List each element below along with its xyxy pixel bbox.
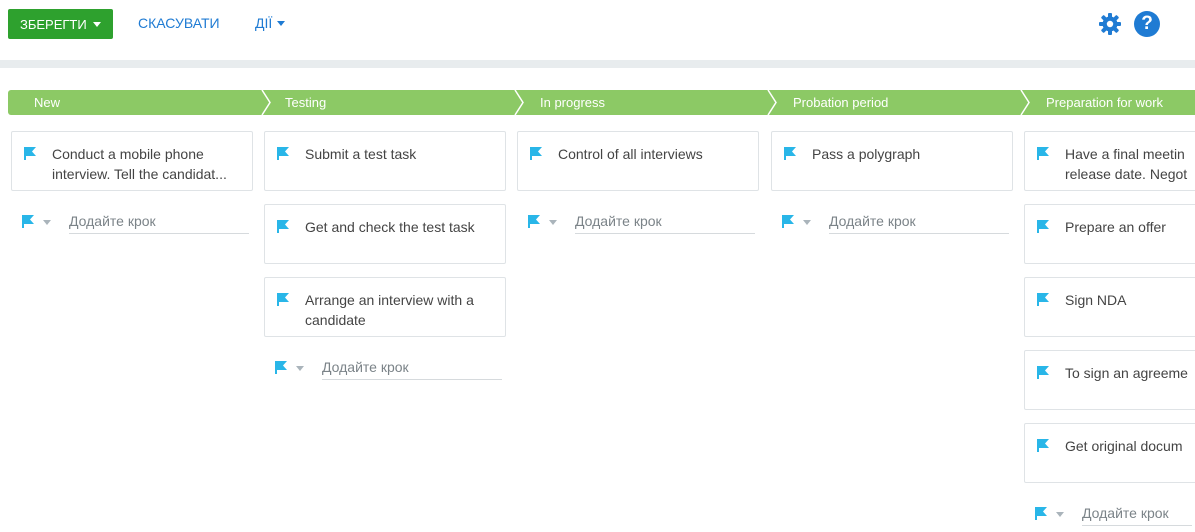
stage-label: Preparation for work	[1046, 95, 1164, 110]
step-card[interactable]: Pass a polygraph	[771, 131, 1013, 191]
step-card[interactable]: Submit a test task	[264, 131, 506, 191]
chevron-down-icon[interactable]	[43, 220, 51, 225]
actions-button-label: ДІЇ	[255, 15, 273, 31]
stage-column-preparation-for-work: Have a final meetin release date. Negot …	[1024, 131, 1195, 532]
flag-icon	[277, 220, 289, 233]
save-button[interactable]: ЗБЕРЕГТИ	[8, 9, 113, 39]
step-card[interactable]: Sign NDA	[1024, 277, 1195, 337]
step-card[interactable]: To sign an agreeme	[1024, 350, 1195, 410]
flag-icon[interactable]	[21, 214, 35, 228]
flag-icon	[277, 293, 289, 306]
toolbar-divider	[0, 60, 1195, 68]
help-icon[interactable]: ?	[1134, 11, 1160, 37]
chevron-down-icon[interactable]	[549, 220, 557, 225]
stage-testing[interactable]: Testing	[273, 90, 514, 115]
chevron-down-icon	[92, 21, 101, 27]
gear-icon[interactable]	[1098, 12, 1122, 36]
top-toolbar: ЗБЕРЕГТИ СКАСУВАТИ ДІЇ ?	[0, 0, 1195, 60]
stage-label: New	[34, 95, 61, 110]
stage-column-in-progress: Control of all interviews	[517, 131, 759, 240]
flag-icon[interactable]	[781, 214, 795, 228]
step-card[interactable]: Have a final meetin release date. Negot	[1024, 131, 1195, 191]
flag-icon[interactable]	[1034, 506, 1048, 520]
stage-new[interactable]: New	[8, 90, 261, 115]
actions-menu-button[interactable]: ДІЇ	[255, 15, 286, 31]
flag-icon[interactable]	[274, 360, 288, 374]
cancel-button[interactable]: СКАСУВАТИ	[138, 15, 220, 31]
step-text: Sign NDA	[1065, 292, 1127, 308]
step-text: Get and check the test task	[305, 219, 475, 235]
stage-label: Probation period	[793, 95, 889, 110]
add-step-input[interactable]	[575, 208, 755, 234]
stage-separator-icon	[1020, 90, 1032, 115]
add-step-input[interactable]	[1082, 500, 1192, 526]
flag-icon	[1037, 366, 1049, 379]
stage-separator-icon	[514, 90, 526, 115]
flag-icon	[1037, 220, 1049, 233]
stage-separator-icon	[767, 90, 779, 115]
help-icon-glyph: ?	[1141, 13, 1153, 34]
step-card[interactable]: Prepare an offer	[1024, 204, 1195, 264]
flag-icon	[784, 147, 796, 160]
add-step-row	[771, 204, 1013, 240]
cancel-button-label: СКАСУВАТИ	[138, 15, 220, 31]
stage-preparation-for-work[interactable]: Preparation for work	[1032, 90, 1195, 115]
flag-icon	[277, 147, 289, 160]
step-card[interactable]: Get and check the test task	[264, 204, 506, 264]
step-text: Get original docum	[1065, 438, 1183, 454]
chevron-down-icon[interactable]	[1056, 512, 1064, 517]
stage-label: In progress	[540, 95, 606, 110]
stage-column-probation-period: Pass a polygraph	[771, 131, 1013, 240]
step-text: Control of all interviews	[558, 146, 703, 162]
stage-column-new: Conduct a mobile phone interview. Tell t…	[11, 131, 253, 240]
add-step-row	[264, 350, 506, 386]
step-text: Conduct a mobile phone interview. Tell t…	[52, 146, 227, 182]
step-text: Arrange an interview with a candidate	[305, 292, 474, 328]
add-step-row	[517, 204, 759, 240]
stage-probation-period[interactable]: Probation period	[779, 90, 1020, 115]
stage-in-progress[interactable]: In progress	[526, 90, 767, 115]
flag-icon[interactable]	[527, 214, 541, 228]
stage-separator-icon	[261, 90, 273, 115]
chevron-down-icon[interactable]	[803, 220, 811, 225]
stage-bar: New Testing In progress Probation period…	[8, 90, 1195, 115]
chevron-down-icon	[277, 20, 286, 26]
step-card[interactable]: Arrange an interview with a candidate	[264, 277, 506, 337]
flag-icon	[24, 147, 36, 160]
save-button-label: ЗБЕРЕГТИ	[20, 16, 87, 32]
step-text: Prepare an offer	[1065, 219, 1166, 235]
step-card[interactable]: Control of all interviews	[517, 131, 759, 191]
add-step-row	[11, 204, 253, 240]
add-step-input[interactable]	[322, 354, 502, 380]
step-text: Submit a test task	[305, 146, 417, 162]
flag-icon	[1037, 293, 1049, 306]
step-card[interactable]: Get original docum	[1024, 423, 1195, 483]
step-card[interactable]: Conduct a mobile phone interview. Tell t…	[11, 131, 253, 191]
stage-label: Testing	[285, 95, 327, 110]
step-text: Have a final meetin release date. Negot	[1065, 146, 1188, 182]
flag-icon	[1037, 439, 1049, 452]
add-step-input[interactable]	[69, 208, 249, 234]
flag-icon	[1037, 147, 1049, 160]
step-text: Pass a polygraph	[812, 146, 921, 162]
step-text: To sign an agreeme	[1065, 365, 1188, 381]
chevron-down-icon[interactable]	[296, 366, 304, 371]
add-step-input[interactable]	[829, 208, 1009, 234]
add-step-row	[1024, 496, 1195, 532]
flag-icon	[530, 147, 542, 160]
stage-column-testing: Submit a test task Get and check the tes…	[264, 131, 506, 386]
